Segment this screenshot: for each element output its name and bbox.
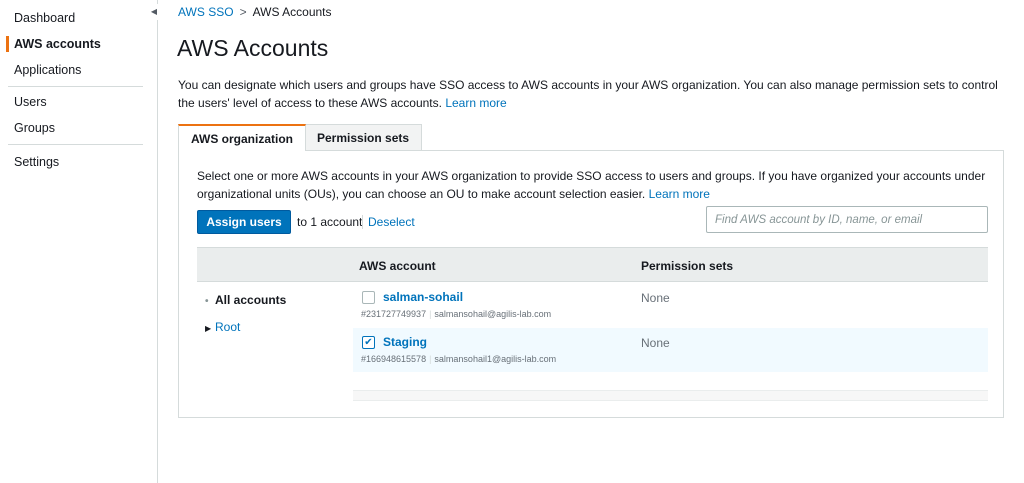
assign-users-button[interactable]: Assign users bbox=[197, 210, 291, 234]
sidebar-item-groups[interactable]: Groups bbox=[14, 121, 55, 135]
account-name-link[interactable]: salman-sohail bbox=[383, 290, 463, 304]
row-checkbox-checked[interactable]: ✔ bbox=[362, 336, 375, 349]
bullet-icon: • bbox=[205, 296, 209, 307]
sidebar-item-dashboard[interactable]: Dashboard bbox=[14, 11, 75, 25]
chevron-right-icon: > bbox=[239, 5, 247, 19]
page-title: AWS Accounts bbox=[177, 35, 329, 61]
breadcrumb: AWS SSO > AWS Accounts bbox=[178, 5, 332, 19]
account-id: #231727749937 bbox=[361, 309, 427, 319]
active-indicator bbox=[6, 36, 9, 52]
table-row[interactable]: ✔ Staging #166948615578 | salmansohail1@ag… bbox=[353, 328, 988, 372]
account-meta: #231727749937 | salmansohail@agilis-lab.co… bbox=[361, 309, 552, 319]
nav-divider bbox=[8, 144, 143, 145]
panel-learn-more-link[interactable]: Learn more bbox=[649, 187, 710, 201]
checkmark-icon: ✔ bbox=[364, 337, 373, 348]
tree-all-accounts[interactable]: • All accounts bbox=[205, 293, 286, 307]
permission-sets-value: None bbox=[641, 336, 670, 350]
search-account-input[interactable] bbox=[706, 206, 988, 233]
caret-right-icon: ▶ bbox=[205, 324, 212, 333]
learn-more-link[interactable]: Learn more bbox=[445, 96, 506, 110]
sidebar-item-aws-accounts[interactable]: AWS accounts bbox=[14, 37, 101, 51]
organization-panel: Select one or more AWS accounts in your … bbox=[178, 150, 1004, 418]
breadcrumb-aws-sso[interactable]: AWS SSO bbox=[178, 5, 234, 19]
table-row[interactable]: salman-sohail #231727749937 | salmansohail… bbox=[353, 283, 988, 327]
panel-description: Select one or more AWS accounts in your … bbox=[197, 167, 992, 203]
account-id: #166948615578 bbox=[361, 354, 427, 364]
row-checkbox[interactable] bbox=[362, 291, 375, 304]
table-header: AWS account Permission sets bbox=[197, 247, 988, 282]
tab-aws-organization[interactable]: AWS organization bbox=[178, 124, 306, 151]
account-name-link[interactable]: Staging bbox=[383, 335, 427, 349]
collapse-sidebar-icon[interactable]: ◀ bbox=[149, 4, 159, 20]
intro-text: You can designate which users and groups… bbox=[178, 76, 998, 112]
account-meta: #166948615578 | salmansohail1@agilis-lab.c… bbox=[361, 354, 557, 364]
sidebar-item-users[interactable]: Users bbox=[14, 95, 47, 109]
permission-sets-value: None bbox=[641, 291, 670, 305]
tree-all-accounts-label: All accounts bbox=[215, 293, 287, 307]
tree-root-label: Root bbox=[215, 320, 241, 334]
breadcrumb-current: AWS Accounts bbox=[252, 5, 332, 19]
deselect-link[interactable]: Deselect bbox=[362, 215, 415, 229]
account-email: salmansohail1@agilis-lab.com bbox=[434, 354, 557, 364]
column-permission-sets: Permission sets bbox=[641, 259, 734, 273]
sidebar-item-settings[interactable]: Settings bbox=[14, 155, 59, 169]
sidebar-item-applications[interactable]: Applications bbox=[14, 63, 81, 77]
assign-count-text: to 1 account bbox=[297, 215, 363, 229]
tab-permission-sets[interactable]: Permission sets bbox=[304, 124, 423, 150]
sidebar-nav: Dashboard AWS accounts Applications User… bbox=[0, 0, 158, 483]
column-aws-account: AWS account bbox=[359, 259, 436, 273]
account-email: salmansohail@agilis-lab.com bbox=[434, 309, 552, 319]
tree-root[interactable]: ▶ Root bbox=[205, 320, 240, 334]
nav-divider bbox=[8, 86, 143, 87]
intro-body: You can designate which users and groups… bbox=[178, 78, 998, 110]
panel-description-body: Select one or more AWS accounts in your … bbox=[197, 169, 986, 201]
table-footer bbox=[353, 390, 988, 401]
